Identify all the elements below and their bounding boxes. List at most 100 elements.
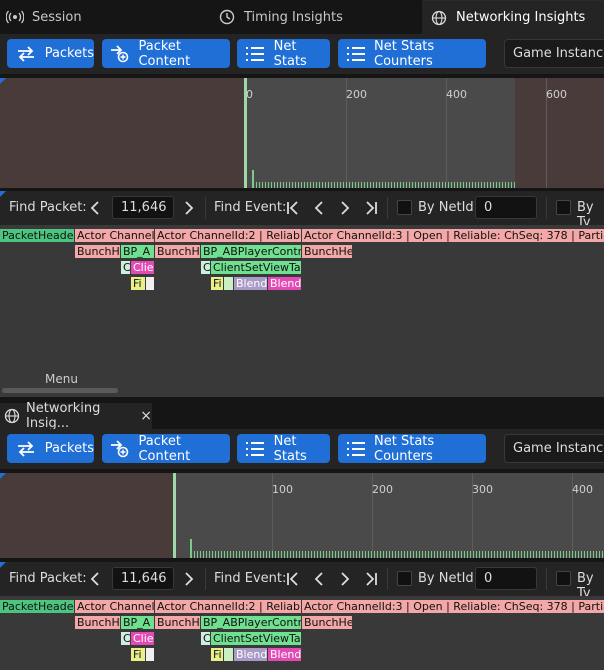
event-packet-header[interactable]: PacketHeader: [0, 600, 74, 613]
event-content[interactable]: C: [121, 261, 130, 274]
event-actor-channel[interactable]: Actor Channell: [75, 229, 154, 242]
game-instance-dropdown[interactable]: Game Instance 5: [504, 39, 604, 68]
net-stats-label: Net Stats: [273, 433, 307, 464]
horizontal-scrollbar[interactable]: [2, 388, 118, 393]
find-bar: Find Packet: 11,646 Find Event: By NetId…: [0, 191, 604, 230]
event-blend[interactable]: Blend: [234, 648, 267, 661]
packet-content-icon: [110, 44, 130, 63]
tick-label: 600: [546, 88, 567, 101]
globe-icon: [4, 408, 20, 424]
packet-content-view[interactable]: PacketHeader Actor Channell Actor Channe…: [0, 225, 604, 397]
packet-content-view[interactable]: PacketHeader Actor Channell Actor Channe…: [0, 596, 604, 670]
event-actor-channel[interactable]: Actor ChannelId:3 | Open | Reliable: ChS…: [302, 600, 604, 613]
list-bullets-icon: [346, 440, 366, 458]
list-bullets-icon: [245, 45, 266, 63]
first-event-button[interactable]: [283, 198, 303, 218]
previous-event-button[interactable]: [309, 569, 329, 589]
tick-label: 400: [572, 483, 593, 496]
packet-index-input[interactable]: 11,646: [112, 196, 174, 219]
event-field[interactable]: Fi: [211, 277, 223, 290]
event-client-rpc[interactable]: Clie: [131, 632, 154, 645]
event-content[interactable]: C: [201, 632, 210, 645]
net-stats-counters-button[interactable]: Net Stats Counters: [338, 39, 486, 69]
event-client-rpc[interactable]: ClientSetViewTar: [211, 632, 301, 645]
by-type-checkbox[interactable]: [556, 200, 571, 215]
packet-content-label: Packet Content: [138, 38, 191, 69]
net-stats-button[interactable]: Net Stats: [237, 433, 330, 464]
packet-index-input[interactable]: 11,646: [112, 567, 174, 590]
event-actor[interactable]: BP_A: [121, 245, 154, 258]
broadcast-icon: [6, 8, 24, 26]
event-content[interactable]: C: [121, 632, 130, 645]
by-netid-checkbox[interactable]: [397, 571, 412, 586]
event-actor[interactable]: BP_ABPlayerContro: [201, 616, 301, 629]
netid-input[interactable]: 0: [475, 196, 537, 219]
net-stats-button[interactable]: Net Stats: [237, 39, 330, 69]
previous-packet-button[interactable]: [85, 569, 105, 589]
game-instance-dropdown[interactable]: Game Instance 0: [504, 434, 604, 463]
tick-label: 300: [472, 483, 493, 496]
event-blend[interactable]: Blend: [268, 648, 301, 661]
close-icon[interactable]: ×: [140, 408, 152, 424]
event-actor-channel[interactable]: Actor ChannelId:2 | Reliable:: [155, 229, 301, 242]
event-field[interactable]: [146, 648, 154, 661]
packet-timeline[interactable]: 0 200 400 600: [0, 78, 604, 188]
event-field[interactable]: [224, 277, 233, 290]
tab-label: Session: [32, 9, 82, 25]
next-packet-button[interactable]: [179, 198, 199, 218]
event-field[interactable]: Fi: [131, 277, 145, 290]
tick-label: 100: [272, 483, 293, 496]
tab-networking-insights-panel[interactable]: Networking Insig... ×: [0, 401, 152, 431]
event-bunch-header[interactable]: BunchHe: [302, 616, 352, 629]
event-actor-channel[interactable]: Actor ChannelId:3 | Open | Reliable: ChS…: [302, 229, 604, 242]
menu-label[interactable]: Menu: [45, 372, 78, 386]
event-content[interactable]: C: [201, 261, 210, 274]
packets-button[interactable]: Packets: [7, 434, 94, 463]
event-bunch-header[interactable]: BunchH: [75, 616, 120, 629]
event-bunch-header[interactable]: BunchHe: [302, 245, 352, 258]
event-blend[interactable]: Blend: [268, 277, 301, 290]
packet-content-button[interactable]: Packet Content: [102, 38, 230, 69]
previous-packet-button[interactable]: [85, 198, 105, 218]
find-packet-label: Find Packet:: [9, 571, 87, 586]
by-netid-checkbox[interactable]: [397, 200, 412, 215]
tab-timing-insights[interactable]: Timing Insights: [218, 0, 418, 34]
event-field[interactable]: Fi: [211, 648, 223, 661]
event-bunch-header[interactable]: BunchH: [155, 245, 200, 258]
event-client-rpc[interactable]: ClientSetViewTar: [211, 261, 301, 274]
event-packet-header[interactable]: PacketHeader: [0, 229, 74, 242]
event-client-rpc[interactable]: Clie: [131, 261, 154, 274]
event-bunch-header[interactable]: BunchH: [155, 616, 200, 629]
event-field[interactable]: [224, 648, 233, 661]
next-packet-button[interactable]: [179, 569, 199, 589]
packet-content-button[interactable]: Packet Content: [102, 434, 230, 464]
previous-event-button[interactable]: [309, 198, 329, 218]
next-event-button[interactable]: [335, 198, 355, 218]
event-blend[interactable]: Blend: [234, 277, 267, 290]
event-actor-channel[interactable]: Actor ChannelId:2 | Reliable:: [155, 600, 301, 613]
tab-networking-insights[interactable]: Networking Insights: [422, 0, 604, 34]
tick-label: 400: [446, 88, 467, 101]
event-field[interactable]: [146, 277, 154, 290]
event-actor-channel[interactable]: Actor Channell: [75, 600, 154, 613]
list-bullets-icon: [245, 440, 266, 458]
last-event-button[interactable]: [361, 569, 381, 589]
last-event-button[interactable]: [361, 198, 381, 218]
panel-tab-label: Networking Insig...: [26, 401, 101, 431]
event-actor[interactable]: BP_A: [121, 616, 154, 629]
packet-timeline[interactable]: 100 200 300 400: [0, 473, 604, 558]
tab-session[interactable]: Session: [0, 0, 210, 34]
packets-button[interactable]: Packets: [7, 39, 94, 68]
event-actor[interactable]: BP_ABPlayerContro: [201, 245, 301, 258]
packet-bars: [256, 182, 515, 188]
netid-input[interactable]: 0: [475, 567, 537, 590]
first-event-button[interactable]: [283, 569, 303, 589]
net-stats-counters-button[interactable]: Net Stats Counters: [338, 434, 486, 464]
event-field[interactable]: Fi: [131, 648, 145, 661]
tab-label: Timing Insights: [244, 9, 343, 25]
next-event-button[interactable]: [335, 569, 355, 589]
event-bunch-header[interactable]: BunchH: [75, 245, 120, 258]
selected-packet-marker: [173, 473, 176, 558]
top-tab-bar: Session Timing Insights Networking Insig…: [0, 0, 604, 34]
by-type-checkbox[interactable]: [556, 571, 571, 586]
